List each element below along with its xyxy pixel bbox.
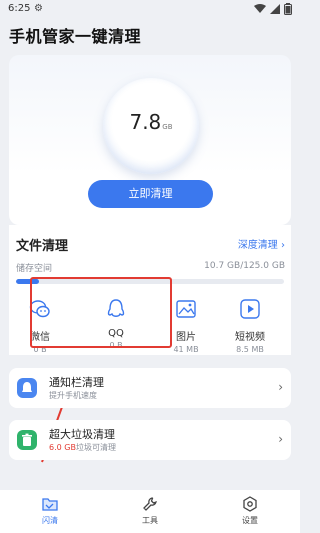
bell-icon	[17, 378, 37, 398]
large-junk-row[interactable]: 超大垃圾清理 6.0 GB垃圾可清理 ›	[9, 420, 291, 460]
bottom-tab-bar: 闪清 工具 设置	[0, 490, 300, 533]
trash-icon	[17, 430, 37, 450]
wrench-icon	[143, 497, 157, 511]
large-junk-suffix: 垃圾可清理	[75, 443, 116, 452]
tab-flash-clean[interactable]: 闪清	[30, 496, 70, 526]
large-junk-subtitle: 6.0 GB垃圾可清理	[49, 442, 116, 453]
large-junk-amount: 6.0 GB	[49, 443, 76, 452]
tab-settings[interactable]: 设置	[230, 496, 270, 526]
notification-clean-subtitle: 提升手机速度	[49, 391, 97, 400]
tab-label: 设置	[242, 516, 258, 525]
chevron-right-icon: ›	[278, 432, 283, 446]
folder-icon	[42, 498, 58, 511]
tab-tools[interactable]: 工具	[130, 496, 170, 526]
chevron-right-icon: ›	[278, 380, 283, 394]
settings-icon	[243, 496, 257, 512]
large-junk-title: 超大垃圾清理	[49, 428, 115, 441]
notification-clean-row[interactable]: 通知栏清理 提升手机速度 ›	[9, 368, 291, 408]
tab-label: 闪清	[42, 516, 58, 525]
notification-clean-title: 通知栏清理	[49, 376, 104, 389]
tab-label: 工具	[142, 516, 158, 525]
